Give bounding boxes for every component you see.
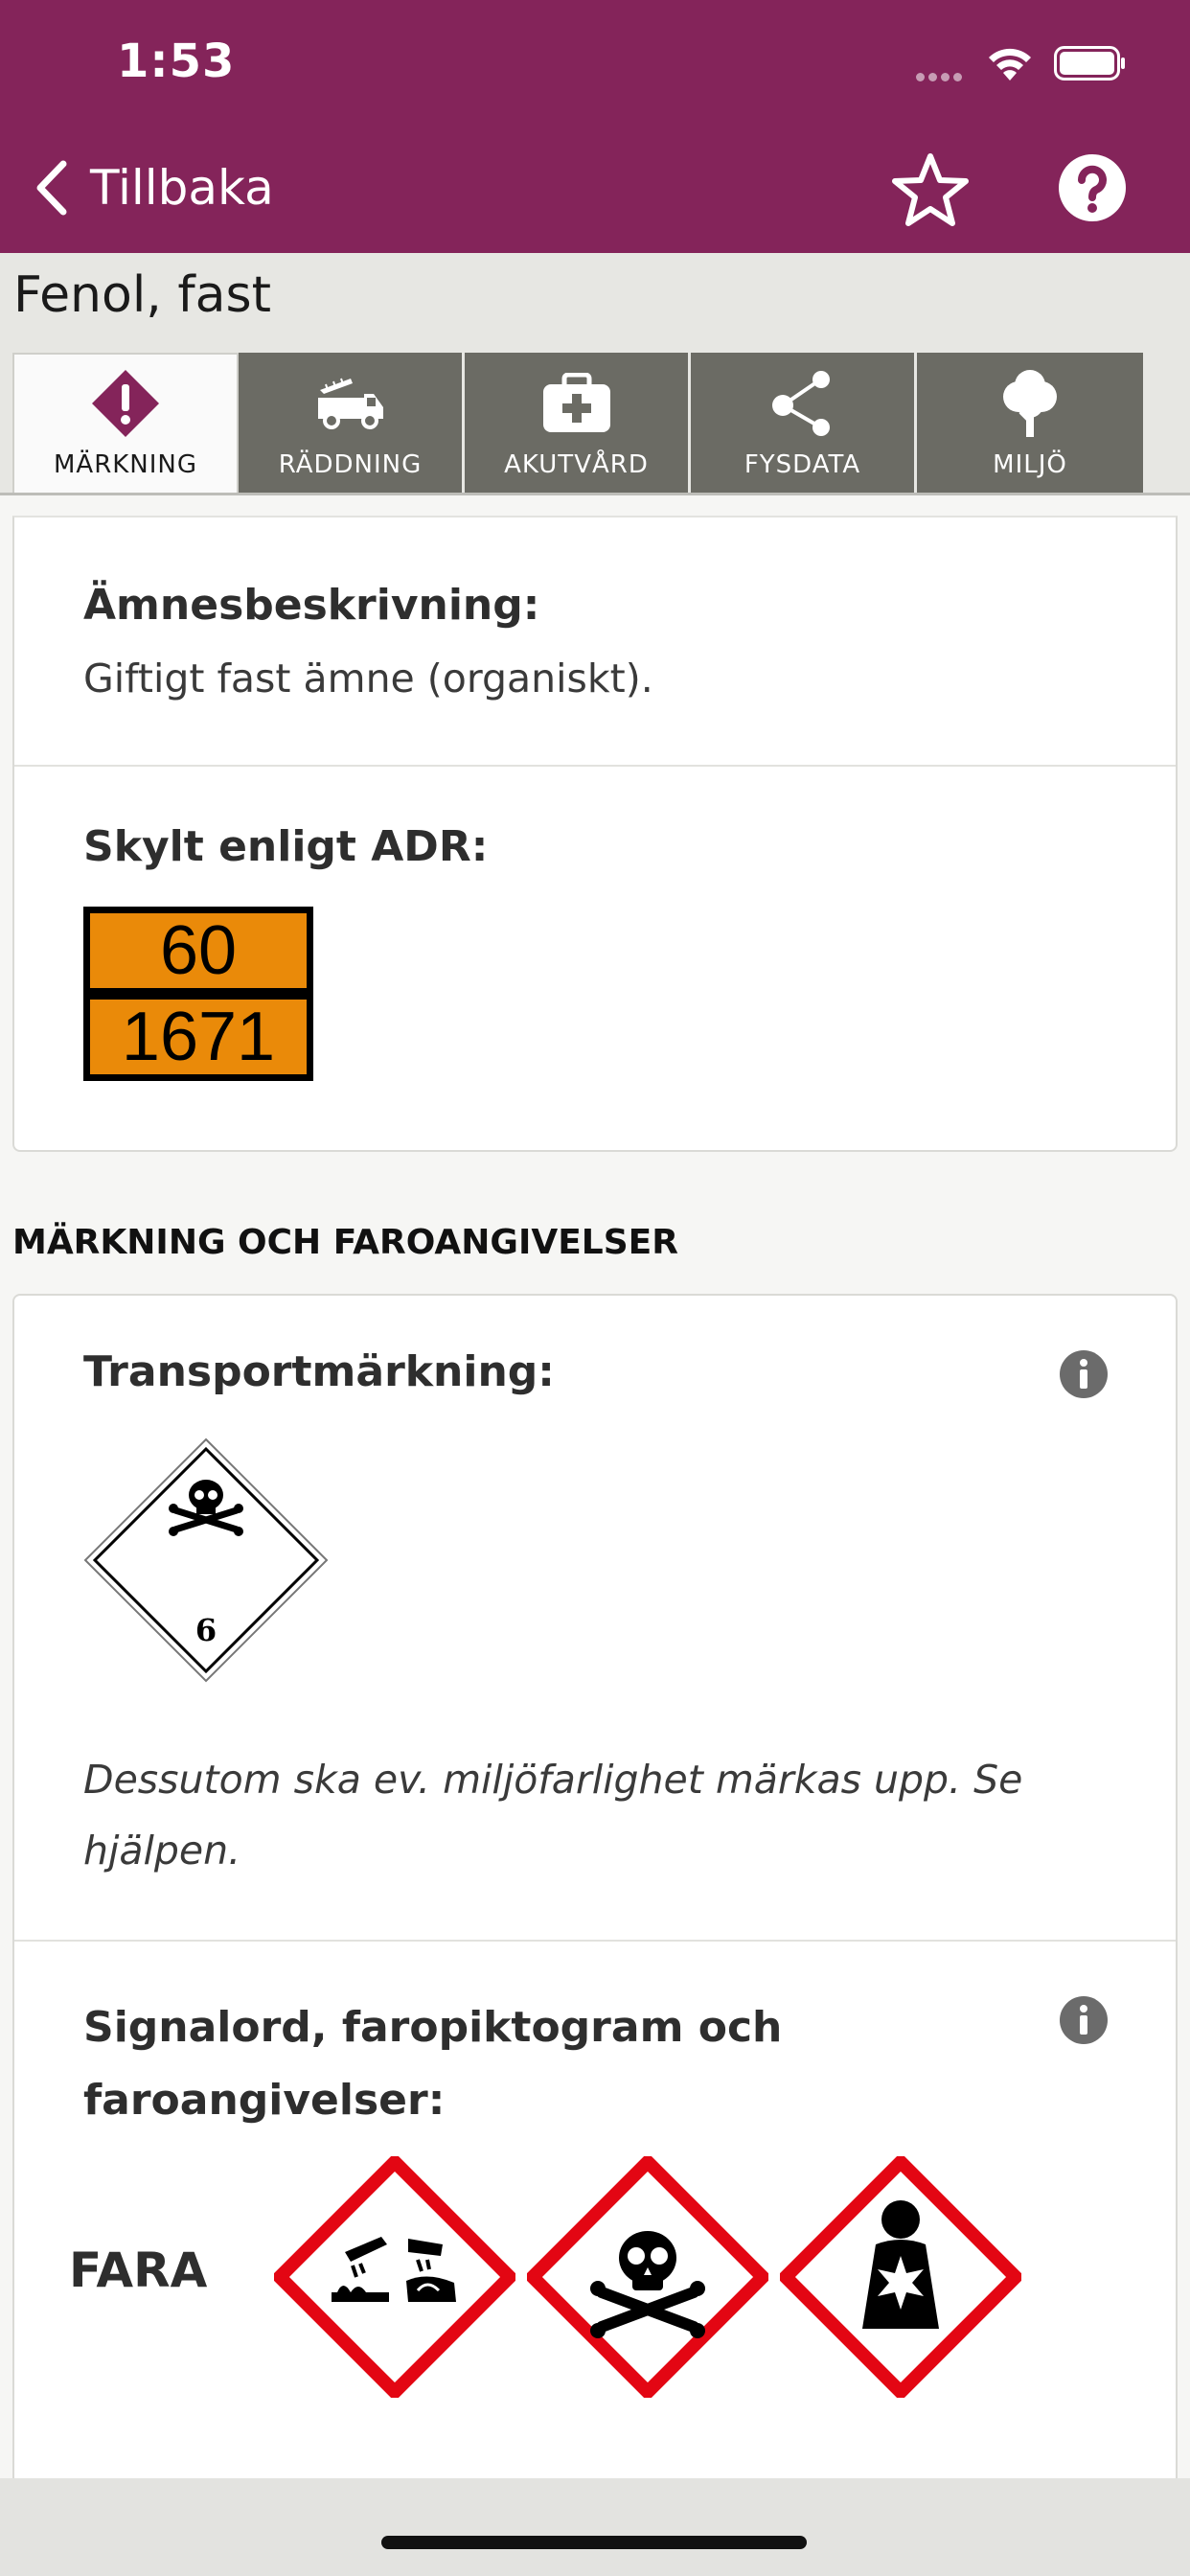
page-title: Fenol, fast	[13, 266, 271, 324]
divider	[14, 1940, 1176, 1942]
back-button[interactable]: Tillbaka	[34, 153, 274, 222]
tab-label: AKUTVÅRD	[504, 450, 649, 479]
skull-crossbones-pictogram-icon	[527, 2156, 768, 2398]
tab-underline	[0, 493, 1190, 495]
tab-bar: MÄRKNING RÄDDNING AKUTVÅRD FYSDATA MILJÖ	[12, 353, 1143, 494]
bottom-safe-area	[0, 2478, 1190, 2576]
wifi-icon	[989, 48, 1031, 80]
home-indicator[interactable]	[381, 2536, 807, 2549]
exclamation-diamond-icon	[92, 370, 159, 437]
transport-class-6-toxic-icon: 6	[83, 1438, 329, 1683]
cellular-signal-icon	[916, 67, 966, 85]
info-icon[interactable]	[1059, 1995, 1109, 2045]
chevron-left-icon	[36, 160, 67, 216]
tab-label: MÄRKNING	[53, 450, 198, 479]
back-label: Tillbaka	[90, 160, 274, 216]
transport-label: Transportmärkning:	[83, 1347, 555, 1396]
tab-label: MILJÖ	[993, 450, 1067, 479]
transport-note: Dessutom ska ev. miljöfarlighet märkas u…	[83, 1757, 1023, 1874]
signal-word: FARA	[69, 2242, 208, 2298]
adr-label: Skylt enligt ADR:	[83, 822, 489, 871]
adr-un-number: 1671	[90, 999, 307, 1075]
tab-akutvard[interactable]: AKUTVÅRD	[465, 353, 691, 494]
tab-fysdata[interactable]: FYSDATA	[691, 353, 917, 494]
tab-raddning[interactable]: RÄDDNING	[239, 353, 465, 494]
first-aid-kit-icon	[542, 373, 610, 432]
adr-orange-plate: 60 1671	[83, 907, 313, 1081]
molecule-icon	[771, 371, 830, 436]
help-icon[interactable]	[1058, 153, 1127, 222]
status-time: 1:53	[117, 34, 236, 88]
health-hazard-pictogram-icon	[780, 2156, 1021, 2398]
info-icon[interactable]	[1059, 1349, 1109, 1399]
section-heading: MÄRKNING OCH FAROANGIVELSER	[12, 1223, 678, 1262]
transport-class-number: 6	[195, 1612, 217, 1648]
favorite-star-icon[interactable]	[891, 151, 970, 230]
adr-hazard-number: 60	[90, 912, 307, 989]
app-header: 1:53 Tillbaka	[0, 0, 1190, 253]
tab-label: FYSDATA	[744, 450, 861, 479]
tab-miljo[interactable]: MILJÖ	[917, 353, 1143, 494]
corrosion-pictogram-icon	[274, 2156, 515, 2398]
signal-label: Signalord, faropiktogram och faroangivel…	[83, 2003, 783, 2125]
divider	[14, 765, 1176, 767]
tab-label: RÄDDNING	[278, 450, 423, 479]
tab-markning[interactable]: MÄRKNING	[12, 353, 239, 494]
tree-icon	[1003, 370, 1057, 437]
description-value: Giftigt fast ämne (organiskt).	[83, 656, 653, 702]
substance-card: Ämnesbeskrivning: Giftigt fast ämne (org…	[12, 516, 1178, 1152]
battery-icon	[1054, 46, 1125, 80]
description-label: Ämnesbeskrivning:	[83, 581, 540, 630]
fire-truck-icon	[317, 378, 383, 429]
